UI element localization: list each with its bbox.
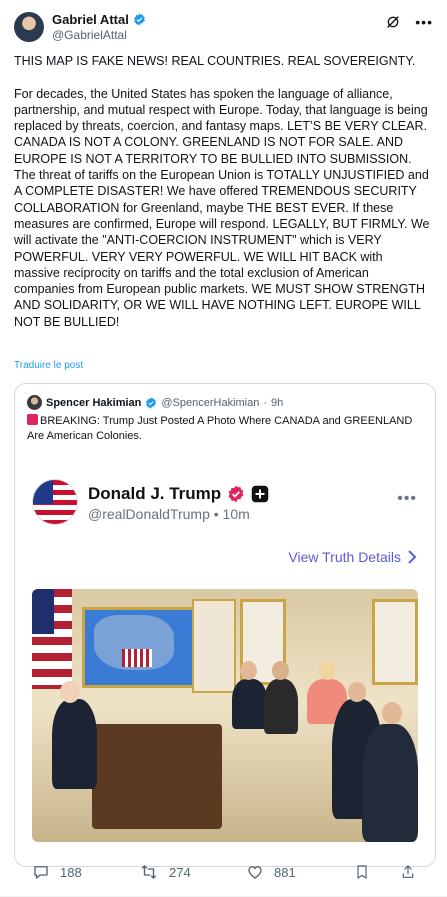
truth-verified-icon <box>228 485 244 503</box>
quoted-author-name: Spencer Hakimian <box>46 396 142 409</box>
truth-author-name: Donald J. Trump <box>88 484 222 503</box>
post-actions: 188 274 881 <box>14 860 434 884</box>
chevron-right-icon <box>408 550 417 564</box>
verified-badge-icon <box>146 397 157 408</box>
post-header: Gabriel Attal @GabrielAttal ••• <box>14 10 437 46</box>
quoted-post[interactable]: Spencer Hakimian @SpencerHakimian · 9h B… <box>14 383 436 867</box>
repost-button[interactable]: 274 <box>139 863 191 881</box>
person-head <box>272 661 289 680</box>
author-name[interactable]: Gabriel Attal <box>52 12 129 27</box>
quoted-post-text-wrap: BREAKING: Trump Just Posted A Photo Wher… <box>27 414 427 443</box>
reply-icon <box>34 866 48 879</box>
window <box>372 599 418 685</box>
share-icon <box>402 865 414 878</box>
like-count: 881 <box>274 864 296 880</box>
more-options-icon[interactable]: ••• <box>415 14 433 30</box>
truth-author-avatar <box>32 479 78 525</box>
post-text: THIS MAP IS FAKE NEWS! REAL COUNTRIES. R… <box>14 54 430 329</box>
flag-canton <box>32 589 54 634</box>
person <box>52 699 97 789</box>
share-button[interactable] <box>400 863 416 881</box>
add-follow-icon <box>251 485 269 503</box>
separator-dot: · <box>263 396 268 409</box>
siren-icon <box>27 414 38 425</box>
separator-dot: • <box>213 506 223 522</box>
header-actions: ••• <box>385 14 433 30</box>
quoted-author-handle: @SpencerHakimian <box>161 396 260 409</box>
person-head <box>348 682 366 702</box>
author-handle[interactable]: @GabrielAttal <box>52 28 127 42</box>
map-us-flag-overlay <box>122 649 152 667</box>
like-button[interactable]: 881 <box>246 863 296 881</box>
truth-more-icon: ••• <box>397 490 417 507</box>
person-head <box>319 661 336 680</box>
quoted-post-time: 9h <box>271 396 284 409</box>
truth-name-row: Donald J. Trump <box>88 484 269 504</box>
person-head <box>382 702 402 724</box>
view-truth-details-link: View Truth Details <box>288 549 417 565</box>
bookshelf <box>192 599 236 693</box>
person-head <box>240 661 257 680</box>
truth-author-handle: @realDonaldTrump <box>88 506 210 522</box>
bookmark-button[interactable] <box>354 863 370 881</box>
reply-count: 188 <box>60 864 82 880</box>
truth-handle-row: @realDonaldTrump • 10m <box>88 506 250 522</box>
grok-icon[interactable] <box>385 14 401 30</box>
repost-icon <box>141 865 157 879</box>
truth-post-time: 10m <box>222 506 250 522</box>
person <box>264 679 298 734</box>
author-name-row: Gabriel Attal <box>52 12 146 27</box>
quoted-post-header: Spencer Hakimian @SpencerHakimian · 9h <box>27 395 283 410</box>
truth-social-embed: Donald J. Trump @realDonaldTrump • 10m •… <box>15 456 435 866</box>
author-avatar[interactable] <box>14 12 44 42</box>
quoted-author-avatar <box>27 395 42 410</box>
person <box>362 724 418 842</box>
reply-button[interactable]: 188 <box>32 863 82 881</box>
verified-badge-icon <box>133 13 145 26</box>
resolute-desk <box>92 724 222 829</box>
repost-count: 274 <box>169 864 191 880</box>
quoted-post-text: BREAKING: Trump Just Posted A Photo Wher… <box>27 415 413 442</box>
heart-icon <box>248 866 262 879</box>
person <box>232 679 267 729</box>
person-head <box>60 681 80 703</box>
translate-link[interactable]: Traduire le post <box>14 360 83 371</box>
view-truth-details-label: View Truth Details <box>288 549 401 565</box>
bookmark-icon <box>357 865 367 879</box>
oval-office-photo <box>32 589 418 842</box>
